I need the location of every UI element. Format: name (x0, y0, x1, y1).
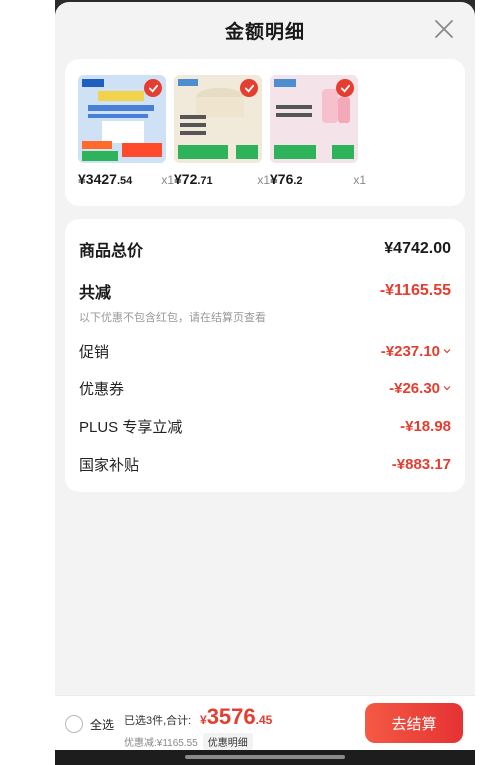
checkout-bar: 全选 已选3件,合计: ¥3576.45 优惠减:¥1165.55 优惠明细 去结… (55, 695, 475, 750)
product-thumbnail (270, 75, 358, 163)
products-card: ¥3427.54 x1 ¥72.71 x1 ¥76.2 x1 (65, 59, 465, 206)
product-price: ¥72.71 (174, 171, 213, 187)
amount-detail-sheet: 金额明细 ¥3427.54 x1 ¥72.71 x1 ¥76.2 x1 商品总价… (55, 2, 475, 765)
chevron-down-icon (443, 349, 451, 354)
state-subsidy-row: 国家补贴 -¥883.17 (79, 454, 451, 475)
total-reduction-value: -¥1165.55 (379, 282, 451, 299)
home-indicator-bar (55, 750, 475, 765)
product-thumbnail (174, 75, 262, 163)
discount-detail-button[interactable]: 优惠明细 (202, 733, 253, 750)
product-quantity: x1 (161, 173, 174, 187)
promotion-value: -¥237.10 (380, 342, 440, 360)
state-subsidy-value: -¥883.17 (391, 456, 451, 473)
product-quantity: x1 (353, 173, 366, 187)
product-item[interactable]: ¥3427.54 x1 (78, 75, 174, 187)
total-reduction-row: 共减 -¥1165.55 (79, 279, 451, 303)
discount-text: 优惠减:¥1165.55 (124, 738, 198, 749)
total-price-label: 商品总价 (79, 243, 144, 260)
chevron-down-icon (443, 386, 451, 391)
select-all-radio[interactable] (65, 715, 83, 733)
product-price-row: ¥76.2 x1 (270, 171, 366, 191)
plus-discount-label: PLUS 专享立减 (79, 419, 183, 436)
total-reduction-label: 共减 (79, 285, 112, 302)
discount-summary: 优惠减:¥1165.55 优惠明细 (124, 733, 253, 750)
sheet-header: 金额明细 (55, 2, 475, 58)
product-price-row: ¥72.71 x1 (174, 171, 270, 191)
sheet-title: 金额明细 (224, 21, 305, 43)
promotion-row[interactable]: 促销 -¥237.10 (79, 341, 451, 362)
plus-discount-value: -¥18.98 (400, 418, 451, 435)
product-price: ¥76.2 (270, 171, 303, 187)
price-summary-card: 商品总价 ¥4742.00 共减 -¥1165.55 以下优惠不包含红包，请在结… (65, 219, 465, 492)
state-subsidy-label: 国家补贴 (79, 457, 140, 474)
coupon-value: -¥26.30 (389, 379, 440, 397)
product-quantity: x1 (257, 173, 270, 187)
total-amount: ¥3576.45 (200, 704, 273, 729)
selected-check-icon (144, 79, 162, 97)
selected-check-icon (240, 79, 258, 97)
coupon-row[interactable]: 优惠券 -¥26.30 (79, 378, 451, 399)
total-price-row: 商品总价 ¥4742.00 (79, 237, 451, 261)
home-indicator[interactable] (185, 755, 345, 759)
reduction-note: 以下优惠不包含红包，请在结算页查看 (79, 312, 266, 324)
product-thumbnail (78, 75, 166, 163)
product-item[interactable]: ¥76.2 x1 (270, 75, 366, 187)
checkout-button[interactable]: 去结算 (365, 703, 463, 743)
select-all-label[interactable]: 全选 (90, 716, 114, 733)
phone-frame: 金额明细 ¥3427.54 x1 ¥72.71 x1 ¥76.2 x1 商品总价… (55, 0, 475, 765)
product-item[interactable]: ¥72.71 x1 (174, 75, 270, 187)
product-price-row: ¥3427.54 x1 (78, 171, 174, 191)
product-price: ¥3427.54 (78, 171, 133, 187)
coupon-label: 优惠券 (79, 381, 125, 398)
plus-discount-row: PLUS 专享立减 -¥18.98 (79, 416, 451, 437)
selected-check-icon (336, 79, 354, 97)
close-icon[interactable] (433, 18, 455, 40)
selected-count-text: 已选3件,合计: (124, 715, 192, 727)
promotion-label: 促销 (79, 344, 110, 361)
total-price-value: ¥4742.00 (384, 240, 451, 257)
